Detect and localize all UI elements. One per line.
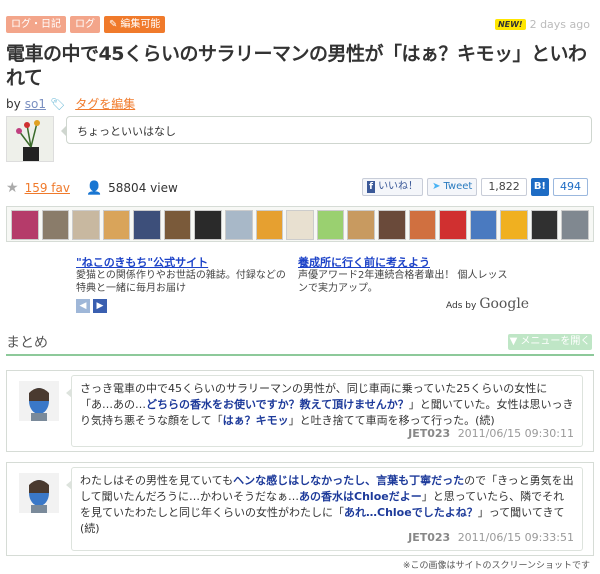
section-divider bbox=[6, 354, 594, 356]
edit-tags-link[interactable]: タグを編集 bbox=[75, 95, 135, 112]
new-badge: NEW! bbox=[494, 19, 526, 30]
flower-vase-icon bbox=[7, 117, 53, 161]
fav-count-link[interactable]: 159 fav bbox=[25, 181, 70, 195]
time-ago: 2 days ago bbox=[529, 18, 590, 31]
star-icon[interactable]: ★ bbox=[6, 180, 19, 196]
tweet-count: 1,822 bbox=[481, 178, 527, 196]
user-avatar-icon bbox=[19, 473, 59, 513]
author-link[interactable]: so1 bbox=[25, 97, 46, 111]
edit-status-badge[interactable]: ✎ 編集可能 bbox=[104, 16, 166, 33]
view-count: 58804 view bbox=[108, 181, 178, 195]
entry-highlight: あれ…Chloeでしたよね？ bbox=[344, 506, 478, 519]
fav-user-avatar[interactable] bbox=[102, 210, 131, 240]
fav-user-avatar[interactable] bbox=[469, 210, 498, 240]
description-bubble: ちょっといいはなし bbox=[61, 116, 592, 144]
entry-highlight: あの香水はChloeだよー bbox=[299, 490, 422, 503]
entry-highlight: はぁ？キモッ bbox=[222, 414, 289, 427]
fav-user-avatar[interactable] bbox=[11, 210, 39, 240]
entry-text: さっき電車の中で45くらいのサラリーマンの男性が、同じ車両に乗っていた25くらい… bbox=[66, 375, 583, 447]
fav-user-avatar[interactable] bbox=[439, 210, 467, 240]
open-menu-button[interactable]: ▼ メニューを開く bbox=[508, 334, 592, 350]
author-avatar[interactable] bbox=[6, 116, 54, 162]
fav-user-avatar[interactable] bbox=[347, 210, 375, 240]
hatena-bookmark-count[interactable]: 494 bbox=[553, 178, 588, 196]
fav-user-avatar[interactable] bbox=[408, 210, 437, 240]
facebook-like-label: いいね！ bbox=[378, 181, 419, 192]
fav-user-avatar[interactable] bbox=[561, 210, 589, 240]
tag-log[interactable]: ログ bbox=[70, 16, 100, 33]
chevron-left-icon[interactable]: ◀ bbox=[76, 299, 90, 313]
fav-user-avatar[interactable] bbox=[500, 210, 528, 240]
entry-date: 2011/06/15 09:30:11 bbox=[457, 427, 574, 440]
entry-date: 2011/06/15 09:33:51 bbox=[457, 531, 574, 544]
category-tags: ログ・日記 ログ ✎ 編集可能 bbox=[6, 16, 166, 33]
page-title: 電車の中で45くらいのサラリーマンの男性が「はぁ？キモッ」といわれて bbox=[6, 43, 587, 89]
fav-user-avatar[interactable] bbox=[72, 210, 100, 240]
entry-user[interactable]: JET023 bbox=[408, 531, 450, 544]
fav-user-avatar[interactable] bbox=[133, 210, 161, 240]
tweet-label: Tweet bbox=[443, 181, 473, 192]
tweet-button[interactable]: ➤ Tweet bbox=[427, 178, 478, 196]
google-logo: Google bbox=[479, 296, 530, 312]
fav-user-avatar[interactable] bbox=[316, 210, 345, 240]
footnote: ※この画像はサイトのスクリーンショットです bbox=[402, 561, 590, 571]
edit-status-label: 編集可能 bbox=[120, 19, 161, 30]
pencil-icon: ✎ bbox=[109, 19, 118, 30]
fav-users-avatars bbox=[6, 206, 594, 242]
entry-text: わたしはその男性を見ていてもヘンな感じはしなかったし、言葉も丁寧だったので「きっ… bbox=[66, 467, 583, 551]
fav-user-avatar[interactable] bbox=[225, 210, 253, 240]
avatar[interactable] bbox=[19, 381, 59, 421]
facebook-like-button[interactable]: f いいね！ bbox=[362, 178, 424, 196]
by-label: by bbox=[6, 96, 21, 111]
ads-by-label: Ads by bbox=[446, 301, 477, 311]
tag-log-diary[interactable]: ログ・日記 bbox=[6, 16, 66, 33]
user-avatar-icon bbox=[19, 381, 59, 421]
fav-user-avatar[interactable] bbox=[194, 210, 223, 240]
ad-text: 愛猫との関係作りやお世話の雑誌。付録などの特典と一緒に毎月お届け bbox=[76, 270, 286, 294]
entry-highlight: ヘンな感じはしなかったし、言葉も丁寧だった bbox=[233, 474, 465, 487]
ad-item[interactable]: 養成所に行く前に考えよう 声優アワード2年連続合格者輩出！ 個人レッスンで実力ア… bbox=[298, 256, 508, 295]
ad-item[interactable]: "ねこのきもち"公式サイト 愛猫との関係作りやお世話の雑誌。付録などの特典と一緒… bbox=[76, 256, 286, 295]
fav-user-avatar[interactable] bbox=[377, 210, 406, 240]
tag-icon: 🏷 bbox=[49, 96, 66, 111]
fav-user-avatar[interactable] bbox=[41, 210, 70, 240]
chevron-right-icon[interactable]: ▶ bbox=[93, 299, 107, 313]
page: ログ・日記 ログ ✎ 編集可能 NEW! 2 days ago 電車の中で45く… bbox=[0, 0, 600, 574]
fav-user-avatar[interactable] bbox=[530, 210, 559, 240]
fav-user-avatar[interactable] bbox=[163, 210, 192, 240]
ads-by-google[interactable]: Ads by Google bbox=[446, 296, 529, 312]
list-item: わたしはその男性を見ていてもヘンな感じはしなかったし、言葉も丁寧だったので「きっ… bbox=[6, 462, 594, 556]
entry-text-part: わたしはその男性を見ていても bbox=[80, 474, 234, 487]
byline: by so1 🏷 タグを編集 bbox=[6, 95, 135, 112]
person-icon: 👤 bbox=[85, 180, 103, 196]
avatar[interactable] bbox=[19, 473, 59, 513]
facebook-icon: f bbox=[367, 181, 376, 193]
post-time: NEW! 2 days ago bbox=[494, 18, 590, 31]
entry-meta: JET023 2011/06/15 09:30:11 bbox=[408, 426, 574, 442]
ad-title-link[interactable]: "ねこのきもち"公式サイト bbox=[76, 256, 286, 269]
entry-user[interactable]: JET023 bbox=[408, 427, 450, 440]
social-buttons: f いいね！ ➤ Tweet 1,822 B! 494 bbox=[362, 178, 588, 196]
entry-highlight: どちらの香水をお使いですか？教えて頂けませんか？ bbox=[146, 398, 409, 411]
fav-user-avatar[interactable] bbox=[286, 210, 314, 240]
list-item: さっき電車の中で45くらいのサラリーマンの男性が、同じ車両に乗っていた25くらい… bbox=[6, 370, 594, 452]
entry-meta: JET023 2011/06/15 09:33:51 bbox=[408, 530, 574, 546]
section-title: まとめ bbox=[6, 335, 48, 351]
fav-user-avatar[interactable] bbox=[255, 210, 284, 240]
ad-text: 声優アワード2年連続合格者輩出！ 個人レッスンで実力アップ。 bbox=[298, 270, 508, 294]
ad-title-link[interactable]: 養成所に行く前に考えよう bbox=[298, 256, 508, 269]
stats: ★ 159 fav 👤 58804 view bbox=[6, 180, 178, 196]
twitter-bird-icon: ➤ bbox=[432, 181, 441, 192]
ad-pager: ◀ ▶ bbox=[76, 299, 107, 313]
hatena-bookmark-icon[interactable]: B! bbox=[530, 178, 549, 196]
